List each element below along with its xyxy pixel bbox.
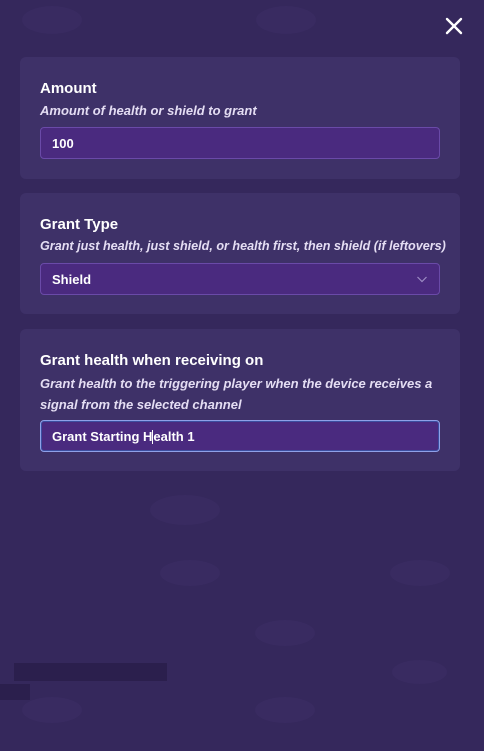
- background-decoration: [150, 495, 220, 525]
- grant-type-description: Grant just health, just shield, or healt…: [40, 239, 446, 253]
- receive-channel-description: Grant health to the triggering player wh…: [40, 376, 433, 412]
- background-decoration: [0, 684, 30, 700]
- receive-channel-card: Grant health when receiving on Grant hea…: [20, 329, 460, 471]
- close-button[interactable]: [440, 12, 468, 40]
- amount-card: Amount Amount of health or shield to gra…: [20, 57, 460, 179]
- grant-type-title: Grant Type: [40, 216, 119, 233]
- amount-description: Amount of health or shield to grant: [40, 103, 257, 118]
- receive-channel-value-start: Grant Starting H: [52, 428, 153, 444]
- background-decoration: [255, 697, 315, 723]
- grant-type-card: Grant Type Grant just health, just shiel…: [20, 193, 460, 314]
- grant-type-selected: Shield: [52, 271, 92, 287]
- background-decoration: [22, 6, 82, 34]
- background-decoration: [256, 6, 316, 34]
- chevron-down-icon: [417, 276, 427, 283]
- amount-title: Amount: [40, 80, 97, 97]
- background-decoration: [392, 660, 447, 684]
- background-decoration: [14, 663, 167, 681]
- background-decoration: [390, 560, 450, 586]
- amount-input[interactable]: 100: [40, 127, 440, 159]
- receive-channel-value-end: ealth 1: [153, 428, 195, 444]
- amount-value: 100: [52, 135, 74, 151]
- receive-channel-title: Grant health when receiving on: [40, 352, 264, 369]
- grant-type-select[interactable]: Shield: [40, 263, 440, 295]
- receive-channel-input[interactable]: Grant Starting Health 1: [40, 420, 440, 452]
- close-icon: [445, 17, 463, 35]
- background-decoration: [255, 620, 315, 646]
- background-decoration: [22, 697, 82, 723]
- background-decoration: [160, 560, 220, 586]
